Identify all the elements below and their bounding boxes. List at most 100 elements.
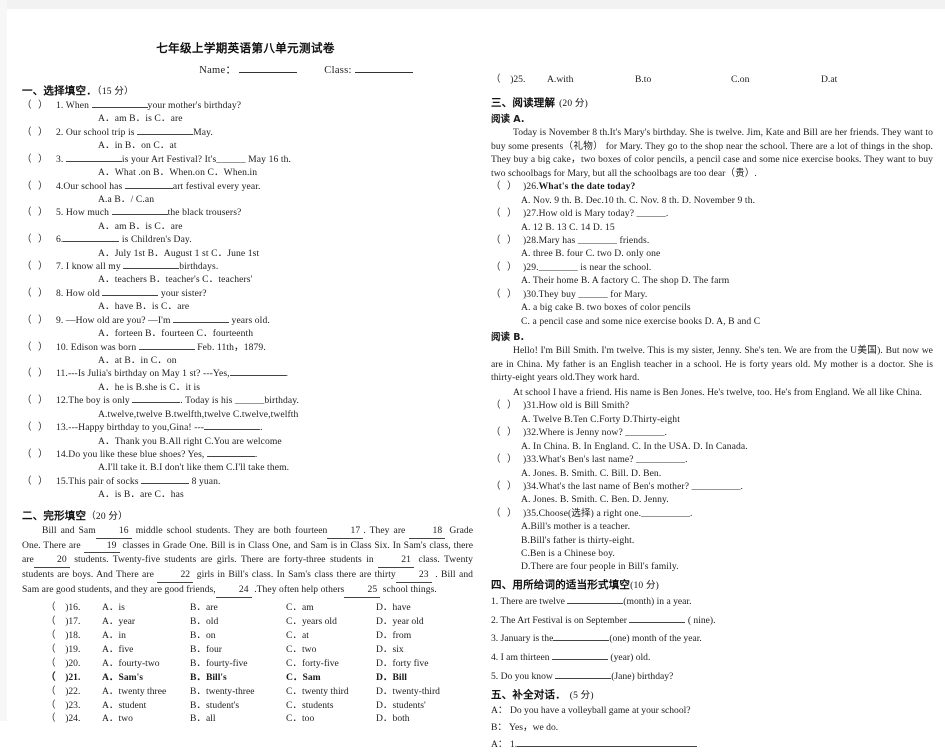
question-row: （ ） 2. Our school trip is May. bbox=[22, 126, 213, 138]
question-options[interactable]: A.I'll take it. B.I don't like them C.I'… bbox=[64, 461, 473, 474]
question-options[interactable]: A．July 1st B．August 1 st C．June 1st bbox=[64, 247, 473, 260]
left-column: 七年级上学期英语第八单元测试卷 Name： Class: 一、选择填空．（15 分… bbox=[9, 14, 481, 724]
cloze-option-row[interactable]: （ )21. A．Sam's B．Bill's C．Sam D．Bill bbox=[46, 671, 473, 685]
cloze-blank[interactable]: 19 bbox=[83, 539, 120, 554]
passage-b-label: 阅读 B. bbox=[491, 331, 525, 343]
question-options[interactable]: B.Bill's father is thirty-eight. bbox=[491, 534, 933, 547]
fill-blank[interactable] bbox=[567, 595, 624, 604]
question-options[interactable]: A. Jones. B. Smith. C. Ben. D. Jenny. bbox=[491, 493, 933, 506]
question-row: （ ） 5. How much the black trousers? bbox=[22, 207, 242, 219]
cloze-option-row[interactable]: （ )18. A．in B．on C．at D．from bbox=[46, 629, 473, 643]
section-4-heading: 四、用所给词的适当形式填空(10 分) bbox=[491, 578, 660, 591]
cloze-blank[interactable]: 16 bbox=[95, 524, 132, 539]
cloze-option-row[interactable]: （ )19. A．five B．four C．two D．six bbox=[46, 643, 473, 657]
question-options[interactable]: A.a B．/ C.an bbox=[64, 193, 473, 206]
name-class-row: Name： Class: bbox=[64, 62, 473, 77]
cloze-option-row[interactable]: （ )24. A．two B．all C．too D．both bbox=[46, 712, 473, 726]
question-options[interactable]: A．is B．are C．has bbox=[64, 488, 473, 501]
fill-blank[interactable] bbox=[552, 651, 609, 661]
question-row: （ ）)33.What's Ben's last name? _________… bbox=[491, 454, 688, 466]
cloze-blank[interactable]: 24 bbox=[215, 583, 252, 599]
dialogue-line: A： 1. bbox=[491, 737, 933, 754]
dialogue-line: B： Yes，we do. bbox=[491, 722, 559, 734]
question-row: （ ）)31.How old is Bill Smith? bbox=[491, 400, 630, 412]
question-row: （ ） 3. is your Art Festival? It's______ M… bbox=[22, 153, 292, 165]
section-5-heading: 五、补全对话． (5 分) bbox=[491, 689, 594, 702]
question-options[interactable]: A．at B．in C．on bbox=[64, 354, 473, 367]
question-options[interactable]: A．in B．on C．at bbox=[64, 139, 473, 152]
two-column-layout: 七年级上学期英语第八单元测试卷 Name： Class: 一、选择填空．（15 分… bbox=[9, 14, 939, 750]
question-row: （ ） 4.Our school has art festival every y… bbox=[22, 180, 261, 192]
section-1-heading: 一、选择填空．（15 分） bbox=[22, 85, 134, 97]
cloze-options-list: （ )16. A．is B．are C．am D．have （ )17. A．year B．… bbox=[46, 601, 473, 726]
fill-blank[interactable] bbox=[553, 632, 610, 642]
fill-blank-item: 4. I am thirteen (year) old. bbox=[491, 651, 651, 664]
question-options[interactable]: A. Twelve B.Ten C.Forty D.Thirty-eight bbox=[491, 413, 933, 426]
question-options[interactable]: A．he is B.she is C．it is bbox=[64, 381, 473, 394]
question-options[interactable]: A．am B．is C．are bbox=[64, 220, 473, 233]
question-options[interactable]: A. three B. four C. two D. only one bbox=[491, 247, 933, 260]
question-options[interactable]: A．teachers B．teacher's C．teachers' bbox=[64, 273, 473, 286]
right-column: （ )25. A.with B.to C.on D.at 三、阅读理解 (20 分) 阅… bbox=[481, 14, 939, 750]
reading-passage-b-p1: Hello! I'm Bill Smith. I'm twelve. This … bbox=[491, 344, 933, 384]
exam-paper-page: 七年级上学期英语第八单元测试卷 Name： Class: 一、选择填空．（15 分… bbox=[0, 0, 945, 750]
cloze-blank[interactable]: 18 bbox=[409, 524, 446, 539]
cloze-blank[interactable]: 22 bbox=[157, 568, 194, 584]
cloze-passage: Bill and Sam 16 middle school students. T… bbox=[22, 524, 473, 599]
cloze-blank[interactable]: 21 bbox=[378, 553, 415, 569]
question-options[interactable]: A.twelve,twelve B.twelfth,twelve C.twelv… bbox=[64, 408, 473, 421]
question-row: （ ） 12.The boy is only . Today is his ___… bbox=[22, 395, 300, 407]
fill-blank-item: 1. There are twelve (month) in a year. bbox=[491, 595, 692, 607]
question-row: （ ） 1. When your mother's birthday? bbox=[22, 100, 242, 111]
question-options[interactable]: A. In China. B. In England. C. In the US… bbox=[491, 440, 933, 453]
class-input-blank[interactable] bbox=[354, 63, 413, 73]
question-options[interactable]: A．What .on B．When.on C．When.in bbox=[64, 166, 473, 179]
cloze-blank[interactable]: 23 bbox=[395, 568, 432, 584]
question-options[interactable]: A. Their home B. A factory C. The shop D… bbox=[491, 274, 933, 287]
question-row: （ ）)27.How old is Mary today? ______. bbox=[491, 208, 669, 220]
question-options[interactable]: A．Thank you B.All right C.You are welcom… bbox=[64, 435, 473, 448]
name-label: Name： bbox=[199, 65, 237, 76]
cloze-option-row[interactable]: （ )17. A．year B．old C．years old D．year old bbox=[46, 615, 473, 629]
cloze-option-row[interactable]: （ )25. A.with B.to C.on D.at bbox=[491, 73, 933, 87]
cloze-option-row[interactable]: （ )20. A．fourty-two B．fourty-five C．forty-f… bbox=[46, 657, 473, 671]
cloze-blank[interactable]: 20 bbox=[33, 553, 70, 569]
scan-edge-left bbox=[0, 0, 7, 721]
dialogue-answer-blank[interactable] bbox=[517, 738, 698, 747]
name-input-blank[interactable] bbox=[239, 63, 298, 73]
question-row: （ ） 13.---Happy birthday to you,Gina! ---… bbox=[22, 422, 263, 434]
question-options[interactable]: A. a big cake B. two boxes of color penc… bbox=[491, 301, 933, 314]
cloze-option-row[interactable]: （ )22. A．twenty three B．twenty-three C．twen… bbox=[46, 685, 473, 699]
question-options[interactable]: A．am B．is C．are bbox=[64, 112, 473, 125]
cloze-option-row[interactable]: （ )16. A．is B．are C．am D．have bbox=[46, 601, 473, 615]
question-options[interactable]: C.Ben is a Chinese boy. bbox=[491, 547, 933, 560]
question-options[interactable]: A．have B．is C．are bbox=[64, 300, 473, 313]
fill-blank[interactable] bbox=[629, 614, 686, 623]
question-options[interactable]: D.There are four people in Bill's family… bbox=[491, 560, 933, 573]
question-row: （ ）)32.Where is Jenny now? ________. bbox=[491, 427, 667, 439]
section-2-heading: 二、完形填空（20 分） bbox=[22, 509, 128, 522]
question-row: （ ）)29.________ is near the school. bbox=[491, 261, 652, 273]
question-row: （ ）)28.Mary has ________ friends. bbox=[491, 235, 650, 247]
fill-blank-item: 2. The Art Festival is on September ( ni… bbox=[491, 614, 716, 626]
cloze-option-row[interactable]: （ )23. A．student B．student's C．students D．st… bbox=[46, 699, 473, 713]
fill-blank-item: 5. Do you know (Jane) birthday? bbox=[491, 670, 674, 682]
question-options-extra[interactable]: C. a pencil case and some nice exercise … bbox=[491, 315, 933, 328]
scan-edge-top bbox=[0, 0, 945, 9]
reading-passage-a: Today is November 8 th.It's Mary's birth… bbox=[491, 126, 933, 179]
fill-blank[interactable] bbox=[555, 670, 612, 679]
fill-blank-item: 3. January is the (one) month of the year… bbox=[491, 632, 702, 645]
question-options[interactable]: A. Nov. 9 th. B. Dec.10 th. C. Nov. 8 th… bbox=[491, 194, 933, 207]
question-row: （ ） 6. is Children's Day. bbox=[22, 234, 192, 246]
question-row: （ ）)35.Choose(选择) a right one.__________… bbox=[491, 507, 693, 519]
question-options[interactable]: A.Bill's mother is a teacher. bbox=[491, 520, 933, 533]
question-options[interactable]: A．forteen B．fourteen C．fourteenth bbox=[64, 327, 473, 340]
question-options[interactable]: A. 12 B. 13 C. 14 D. 15 bbox=[491, 221, 933, 234]
cloze-blank[interactable]: 25 bbox=[344, 583, 381, 599]
question-row: （ ）)26.What's the date today? bbox=[491, 181, 636, 193]
question-options[interactable]: A. Jones. B. Smith. C. Bill. D. Ben. bbox=[491, 467, 933, 480]
dialogue-line: A： Do you have a volleyball game at your… bbox=[491, 705, 691, 717]
question-row: （ ） 15.This pair of socks 8 yuan. bbox=[22, 475, 221, 487]
cloze-blank[interactable]: 17 bbox=[327, 524, 364, 539]
question-row: （ ）)30.They buy ______ for Mary. bbox=[491, 288, 648, 300]
